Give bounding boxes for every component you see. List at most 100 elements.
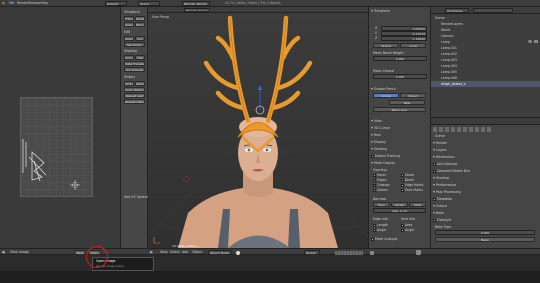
- outliner-item-lamp-004[interactable]: Lamp.004: [441, 64, 457, 68]
- viewport-menu-add[interactable]: Add: [182, 250, 188, 254]
- overlay-edge-marks[interactable]: Edge Marks: [401, 183, 424, 187]
- bake-button[interactable]: Bake: [435, 237, 535, 242]
- avatar-model[interactable]: [148, 13, 368, 248]
- uv-editor[interactable]: [0, 7, 120, 248]
- tool-section-history[interactable]: History: [124, 75, 135, 79]
- render-camera-icon[interactable]: [534, 40, 538, 43]
- transform-manipulator-icon[interactable]: [250, 85, 270, 125]
- uv-menu-view[interactable]: View: [10, 250, 18, 254]
- menu-help[interactable]: Help: [41, 1, 48, 5]
- mesh-analysis-panel[interactable]: Mesh Analysis: [371, 237, 398, 241]
- join-button[interactable]: Join: [135, 36, 145, 41]
- normal-split-toggle[interactable]: Split: [409, 202, 426, 207]
- gp-new-layer-button[interactable]: New Layer: [373, 107, 426, 112]
- gp-scene-button[interactable]: Scene: [373, 93, 399, 98]
- anti-aliasing-panel[interactable]: Anti-Aliasing: [433, 162, 457, 166]
- view-panel[interactable]: View: [371, 119, 382, 123]
- mean-weight-field[interactable]: 0.000: [373, 56, 427, 61]
- normal-face-toggle[interactable]: Face: [373, 202, 390, 207]
- normal-size-field[interactable]: Size: 0.10: [373, 208, 426, 213]
- uv-menu-image[interactable]: Image: [19, 250, 29, 254]
- 3d-cursor-icon[interactable]: [182, 175, 190, 183]
- uv-editor-type-icon[interactable]: ▣: [2, 250, 5, 254]
- render-preview-icon[interactable]: [416, 250, 421, 255]
- outliner-item-camera[interactable]: Camera: [441, 34, 454, 38]
- repeat-history-button[interactable]: Repeat History: [124, 99, 145, 104]
- viewport-menu-view[interactable]: View: [160, 250, 168, 254]
- 2d-cursor-icon[interactable]: [70, 180, 80, 190]
- overlay-seams[interactable]: Seams: [373, 188, 388, 192]
- repeat-last-button[interactable]: Repeat Last: [124, 93, 145, 98]
- overlay-face-marks[interactable]: Face Marks: [401, 188, 423, 192]
- layer-buttons[interactable]: [335, 250, 363, 255]
- layout-select[interactable]: Default: [105, 1, 127, 6]
- field-x[interactable]: 0.00000: [381, 26, 427, 31]
- outliner-item-lamp[interactable]: Lamp: [441, 40, 450, 44]
- outliner-search-input[interactable]: [473, 8, 513, 13]
- menu-window[interactable]: Window: [28, 1, 41, 5]
- outliner-item-renderlayers[interactable]: RenderLayers: [441, 22, 463, 26]
- viewport-shading-icon[interactable]: [236, 250, 240, 255]
- outliner-item-scene[interactable]: Scene: [435, 16, 445, 20]
- local-toggle[interactable]: Local: [400, 43, 426, 48]
- translate-button[interactable]: Translate: [124, 16, 134, 21]
- edge-length-check[interactable]: Length: [373, 223, 388, 227]
- operator-panel-title[interactable]: Add UV Sphere: [124, 195, 148, 199]
- display-panel[interactable]: Display: [371, 140, 386, 144]
- outliner-item-lamp-002[interactable]: Lamp.002: [441, 52, 457, 56]
- uv-unwrap-button[interactable]: UV Unwrap: [124, 67, 145, 72]
- layers-panel[interactable]: Layers: [433, 148, 447, 152]
- overlay-edges[interactable]: Edges: [373, 178, 387, 182]
- menu-file[interactable]: File: [9, 1, 14, 5]
- motion-blur-panel[interactable]: Sampled Motion Blur: [433, 169, 470, 173]
- overlay-faces[interactable]: Faces: [373, 173, 386, 177]
- scale-button[interactable]: Scale: [124, 22, 134, 27]
- field-y[interactable]: -0.11043: [381, 31, 427, 36]
- face-area-check[interactable]: Area: [401, 223, 412, 227]
- undo-history-button[interactable]: Undo History: [124, 87, 145, 92]
- smooth-button[interactable]: Smooth: [124, 55, 134, 60]
- output-panel[interactable]: Output: [433, 204, 447, 208]
- overlay-creases[interactable]: Creases: [373, 183, 390, 187]
- menu-render[interactable]: Render: [17, 1, 28, 5]
- overlay-sharp[interactable]: Sharp: [401, 173, 414, 177]
- bake-panel[interactable]: Bake: [433, 211, 444, 215]
- motion-tracking-panel[interactable]: Motion Tracking: [371, 154, 400, 158]
- performance-panel[interactable]: Performance: [433, 183, 456, 187]
- global-toggle[interactable]: Global: [373, 43, 399, 48]
- undo-button[interactable]: Undo: [124, 81, 134, 86]
- field-z[interactable]: 1.32640: [381, 36, 427, 41]
- set-origin-button[interactable]: Set Origin: [124, 42, 145, 47]
- mean-crease-field[interactable]: 0.000: [373, 74, 427, 79]
- viewport-type-icon[interactable]: ◧: [150, 250, 153, 254]
- mirror-button[interactable]: Mirror: [135, 22, 145, 27]
- blender-logo-icon[interactable]: ◉: [2, 1, 5, 5]
- outliner-filter-select[interactable]: All Scenes: [445, 8, 469, 13]
- gp-new-button[interactable]: New: [389, 100, 425, 105]
- outliner-item-lamp-006[interactable]: Lamp.006: [441, 76, 457, 80]
- rotate-button[interactable]: Rotate: [135, 16, 145, 21]
- outliner-item-lamp-005[interactable]: Lamp.005: [441, 70, 457, 74]
- 3d-viewport[interactable]: User Persp Blender Render (1) Aldgh_Avat…: [148, 7, 368, 248]
- tool-section-transform[interactable]: Transform: [124, 10, 140, 14]
- outliner-item-lamp-001[interactable]: Lamp.001: [441, 46, 457, 50]
- flat-button[interactable]: Flat: [135, 55, 145, 60]
- render-engine-select[interactable]: Blender Render: [182, 1, 210, 6]
- transform-panel-title[interactable]: Transform: [371, 9, 390, 13]
- outliner-item-lamp-003[interactable]: Lamp.003: [441, 58, 457, 62]
- normal-vertex-toggle[interactable]: Vertex: [391, 202, 408, 207]
- mode-select[interactable]: Object Mode: [208, 250, 232, 255]
- outliner-selected-row[interactable]: Aldgh_Avatar_v: [431, 81, 540, 87]
- data-transfer-button[interactable]: Data Transfer: [124, 61, 145, 66]
- item-panel[interactable]: Item: [371, 133, 381, 137]
- grease-pencil-title[interactable]: Grease Pencil: [371, 87, 396, 91]
- snap-magnet-icon[interactable]: [370, 250, 374, 255]
- viewport-render-mode[interactable]: Blender Render: [184, 7, 210, 12]
- mesh-display-panel[interactable]: Mesh Display: [371, 161, 395, 165]
- property-context-tabs[interactable]: [433, 127, 493, 132]
- freestyle-panel[interactable]: Freestyle: [433, 218, 451, 222]
- new-image-button[interactable]: New: [74, 250, 86, 255]
- duplicate-button[interactable]: Duplicate: [124, 36, 134, 41]
- visibility-eye-icon[interactable]: [528, 40, 532, 43]
- shading-props-panel[interactable]: Shading: [433, 176, 449, 180]
